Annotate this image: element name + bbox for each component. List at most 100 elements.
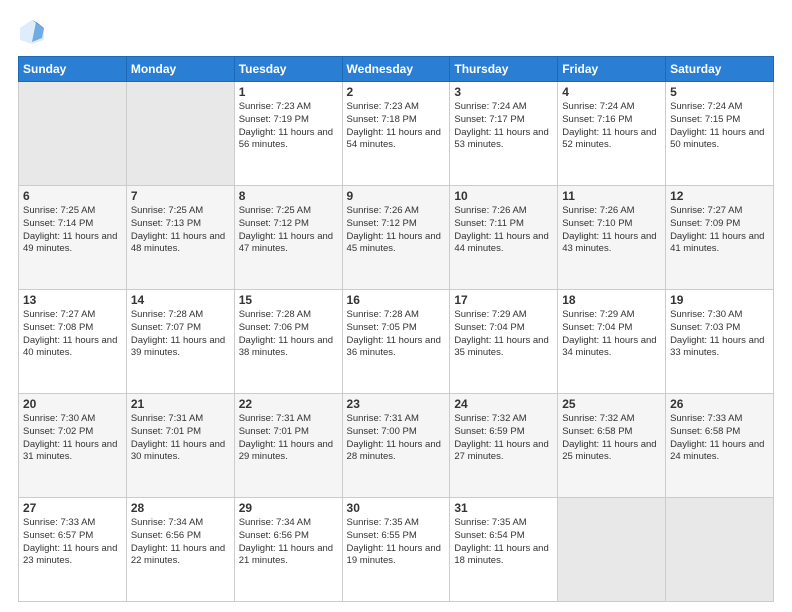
day-number: 14 — [131, 293, 230, 307]
calendar-cell: 6 Sunrise: 7:25 AM Sunset: 7:14 PM Daylig… — [19, 186, 127, 290]
calendar-cell: 14Sunrise: 7:28 AM Sunset: 7:07 PM Dayli… — [126, 290, 234, 394]
calendar-cell: 29 Sunrise: 7:34 AM Sunset: 6:56 PM Dayli… — [234, 498, 342, 602]
calendar-cell: 7Sunrise: 7:25 AM Sunset: 7:13 PM Daylig… — [126, 186, 234, 290]
day-number: 20 — [23, 397, 122, 411]
weekday-header: Sunday — [19, 57, 127, 82]
day-info: Sunrise: 7:26 AM Sunset: 7:10 PM Dayligh… — [562, 205, 661, 256]
day-info: Sunrise: 7:35 AM Sunset: 6:55 PM Dayligh… — [347, 517, 446, 568]
day-info: Sunrise: 7:29 AM Sunset: 7:04 PM Dayligh… — [454, 309, 553, 360]
day-number: 25 — [562, 397, 661, 411]
calendar-cell: 2 Sunrise: 7:23 AM Sunset: 7:18 PM Daylig… — [342, 82, 450, 186]
day-number: 11 — [562, 189, 661, 203]
calendar-cell: 30Sunrise: 7:35 AM Sunset: 6:55 PM Dayli… — [342, 498, 450, 602]
day-number: 17 — [454, 293, 553, 307]
logo — [18, 18, 50, 46]
day-number: 15 — [239, 293, 338, 307]
day-number: 13 — [23, 293, 122, 307]
day-info: Sunrise: 7:33 AM Sunset: 6:57 PM Dayligh… — [23, 517, 122, 568]
day-number: 9 — [347, 189, 446, 203]
calendar-cell: 27 Sunrise: 7:33 AM Sunset: 6:57 PM Dayli… — [19, 498, 127, 602]
calendar-cell: 1Sunrise: 7:23 AM Sunset: 7:19 PM Daylig… — [234, 82, 342, 186]
calendar-cell: 3 Sunrise: 7:24 AM Sunset: 7:17 PM Daylig… — [450, 82, 558, 186]
calendar-cell: 20 Sunrise: 7:30 AM Sunset: 7:02 PM Dayli… — [19, 394, 127, 498]
day-info: Sunrise: 7:32 AM Sunset: 6:58 PM Dayligh… — [562, 413, 661, 464]
weekday-header: Thursday — [450, 57, 558, 82]
calendar-week-row: 1Sunrise: 7:23 AM Sunset: 7:19 PM Daylig… — [19, 82, 774, 186]
day-info: Sunrise: 7:25 AM Sunset: 7:12 PM Dayligh… — [239, 205, 338, 256]
day-number: 5 — [670, 85, 769, 99]
calendar-cell: 10Sunrise: 7:26 AM Sunset: 7:11 PM Dayli… — [450, 186, 558, 290]
day-number: 22 — [239, 397, 338, 411]
calendar-week-row: 20 Sunrise: 7:30 AM Sunset: 7:02 PM Dayli… — [19, 394, 774, 498]
calendar-cell — [126, 82, 234, 186]
weekday-header: Friday — [558, 57, 666, 82]
header — [18, 18, 774, 46]
day-number: 16 — [347, 293, 446, 307]
day-info: Sunrise: 7:29 AM Sunset: 7:04 PM Dayligh… — [562, 309, 661, 360]
day-number: 10 — [454, 189, 553, 203]
weekday-header: Saturday — [666, 57, 774, 82]
weekday-header: Wednesday — [342, 57, 450, 82]
logo-icon — [18, 18, 46, 46]
day-number: 26 — [670, 397, 769, 411]
calendar-cell — [19, 82, 127, 186]
day-info: Sunrise: 7:26 AM Sunset: 7:12 PM Dayligh… — [347, 205, 446, 256]
day-info: Sunrise: 7:35 AM Sunset: 6:54 PM Dayligh… — [454, 517, 553, 568]
weekday-header: Tuesday — [234, 57, 342, 82]
calendar-cell: 5 Sunrise: 7:24 AM Sunset: 7:15 PM Daylig… — [666, 82, 774, 186]
calendar-cell: 15Sunrise: 7:28 AM Sunset: 7:06 PM Dayli… — [234, 290, 342, 394]
day-number: 23 — [347, 397, 446, 411]
day-info: Sunrise: 7:34 AM Sunset: 6:56 PM Dayligh… — [239, 517, 338, 568]
calendar-cell: 24Sunrise: 7:32 AM Sunset: 6:59 PM Dayli… — [450, 394, 558, 498]
page: SundayMondayTuesdayWednesdayThursdayFrid… — [0, 0, 792, 612]
calendar-cell: 31 Sunrise: 7:35 AM Sunset: 6:54 PM Dayli… — [450, 498, 558, 602]
day-number: 12 — [670, 189, 769, 203]
calendar-cell: 4 Sunrise: 7:24 AM Sunset: 7:16 PM Daylig… — [558, 82, 666, 186]
day-info: Sunrise: 7:24 AM Sunset: 7:16 PM Dayligh… — [562, 101, 661, 152]
calendar-cell: 8 Sunrise: 7:25 AM Sunset: 7:12 PM Daylig… — [234, 186, 342, 290]
calendar-cell — [666, 498, 774, 602]
calendar-cell: 28Sunrise: 7:34 AM Sunset: 6:56 PM Dayli… — [126, 498, 234, 602]
weekday-header: Monday — [126, 57, 234, 82]
day-info: Sunrise: 7:23 AM Sunset: 7:19 PM Dayligh… — [239, 101, 338, 152]
calendar-cell — [558, 498, 666, 602]
calendar-cell: 23Sunrise: 7:31 AM Sunset: 7:00 PM Dayli… — [342, 394, 450, 498]
day-number: 4 — [562, 85, 661, 99]
calendar-cell: 18 Sunrise: 7:29 AM Sunset: 7:04 PM Dayli… — [558, 290, 666, 394]
day-info: Sunrise: 7:24 AM Sunset: 7:15 PM Dayligh… — [670, 101, 769, 152]
day-info: Sunrise: 7:27 AM Sunset: 7:09 PM Dayligh… — [670, 205, 769, 256]
day-number: 6 — [23, 189, 122, 203]
day-number: 21 — [131, 397, 230, 411]
day-info: Sunrise: 7:28 AM Sunset: 7:05 PM Dayligh… — [347, 309, 446, 360]
day-info: Sunrise: 7:30 AM Sunset: 7:02 PM Dayligh… — [23, 413, 122, 464]
day-number: 3 — [454, 85, 553, 99]
day-info: Sunrise: 7:27 AM Sunset: 7:08 PM Dayligh… — [23, 309, 122, 360]
calendar-cell: 25 Sunrise: 7:32 AM Sunset: 6:58 PM Dayli… — [558, 394, 666, 498]
day-info: Sunrise: 7:31 AM Sunset: 7:01 PM Dayligh… — [131, 413, 230, 464]
calendar-cell: 22Sunrise: 7:31 AM Sunset: 7:01 PM Dayli… — [234, 394, 342, 498]
day-number: 2 — [347, 85, 446, 99]
day-info: Sunrise: 7:24 AM Sunset: 7:17 PM Dayligh… — [454, 101, 553, 152]
calendar-cell: 19Sunrise: 7:30 AM Sunset: 7:03 PM Dayli… — [666, 290, 774, 394]
day-number: 28 — [131, 501, 230, 515]
day-number: 27 — [23, 501, 122, 515]
day-number: 24 — [454, 397, 553, 411]
day-number: 31 — [454, 501, 553, 515]
calendar-cell: 13 Sunrise: 7:27 AM Sunset: 7:08 PM Dayli… — [19, 290, 127, 394]
day-number: 29 — [239, 501, 338, 515]
calendar-week-row: 6 Sunrise: 7:25 AM Sunset: 7:14 PM Daylig… — [19, 186, 774, 290]
day-number: 18 — [562, 293, 661, 307]
calendar: SundayMondayTuesdayWednesdayThursdayFrid… — [18, 56, 774, 602]
calendar-cell: 11 Sunrise: 7:26 AM Sunset: 7:10 PM Dayli… — [558, 186, 666, 290]
day-info: Sunrise: 7:23 AM Sunset: 7:18 PM Dayligh… — [347, 101, 446, 152]
day-info: Sunrise: 7:25 AM Sunset: 7:14 PM Dayligh… — [23, 205, 122, 256]
day-number: 8 — [239, 189, 338, 203]
calendar-week-row: 13 Sunrise: 7:27 AM Sunset: 7:08 PM Dayli… — [19, 290, 774, 394]
day-number: 19 — [670, 293, 769, 307]
day-info: Sunrise: 7:25 AM Sunset: 7:13 PM Dayligh… — [131, 205, 230, 256]
calendar-header-row: SundayMondayTuesdayWednesdayThursdayFrid… — [19, 57, 774, 82]
calendar-cell: 21 Sunrise: 7:31 AM Sunset: 7:01 PM Dayli… — [126, 394, 234, 498]
calendar-cell: 26 Sunrise: 7:33 AM Sunset: 6:58 PM Dayli… — [666, 394, 774, 498]
calendar-cell: 12 Sunrise: 7:27 AM Sunset: 7:09 PM Dayli… — [666, 186, 774, 290]
day-info: Sunrise: 7:33 AM Sunset: 6:58 PM Dayligh… — [670, 413, 769, 464]
